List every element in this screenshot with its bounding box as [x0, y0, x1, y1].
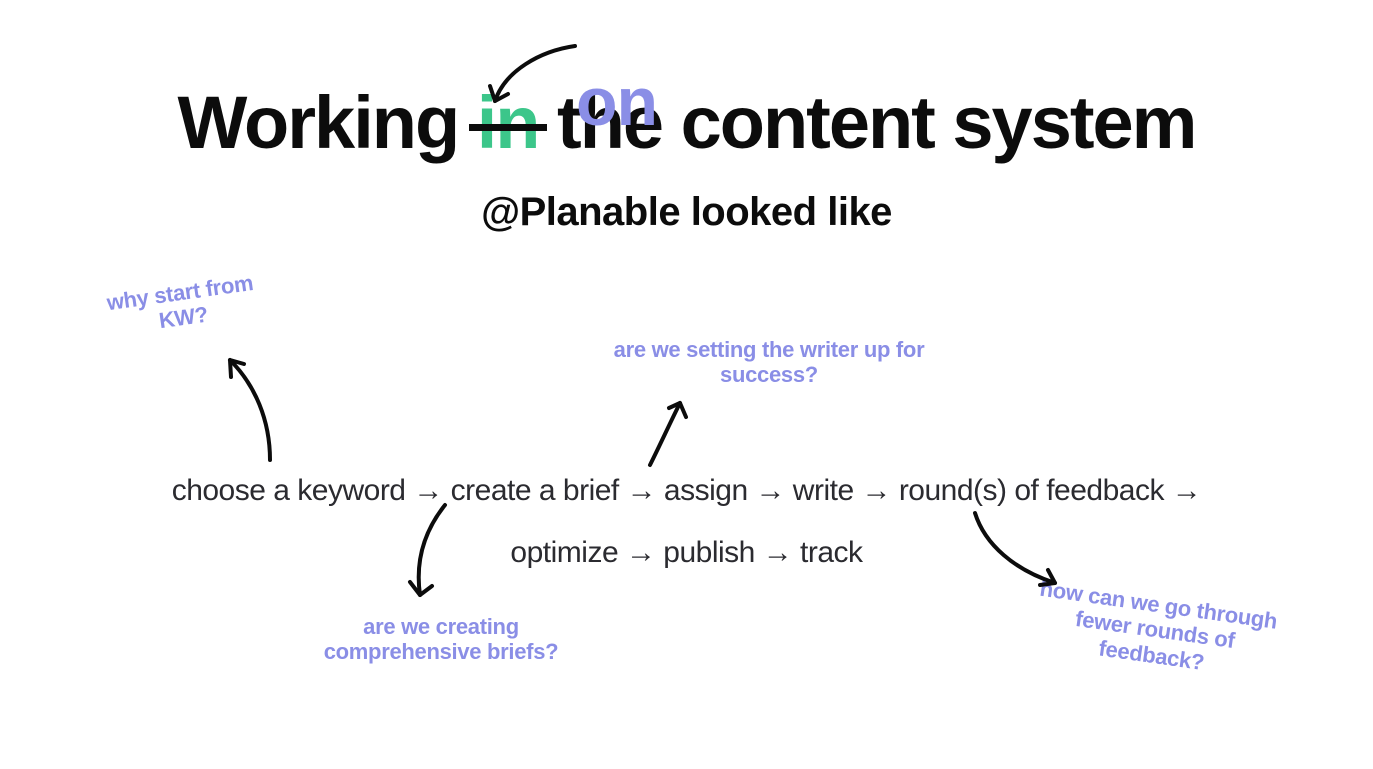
struck-word: in	[477, 86, 539, 160]
title-block: on Working in the content system @Planab…	[0, 66, 1373, 235]
flow-line-1: choose a keyword → create a brief → assi…	[0, 460, 1373, 522]
arrow-why-kw	[200, 350, 290, 470]
annotation-why-kw: why start from KW?	[105, 270, 258, 341]
annotation-comprehensive-briefs: are we creating comprehensive briefs?	[306, 614, 576, 665]
subtitle: @Planable looked like	[0, 190, 1373, 235]
annotation-fewer-rounds: how can we go through fewer rounds of fe…	[1026, 575, 1284, 685]
replacement-word: on	[576, 63, 657, 141]
process-flow: choose a keyword → create a brief → assi…	[0, 460, 1373, 583]
title-prefix: Working	[178, 81, 477, 164]
main-title: Working in the content system	[0, 86, 1373, 160]
flow-line-2: optimize → publish → track	[0, 522, 1373, 584]
annotation-writer-success: are we setting the writer up for success…	[604, 337, 934, 388]
